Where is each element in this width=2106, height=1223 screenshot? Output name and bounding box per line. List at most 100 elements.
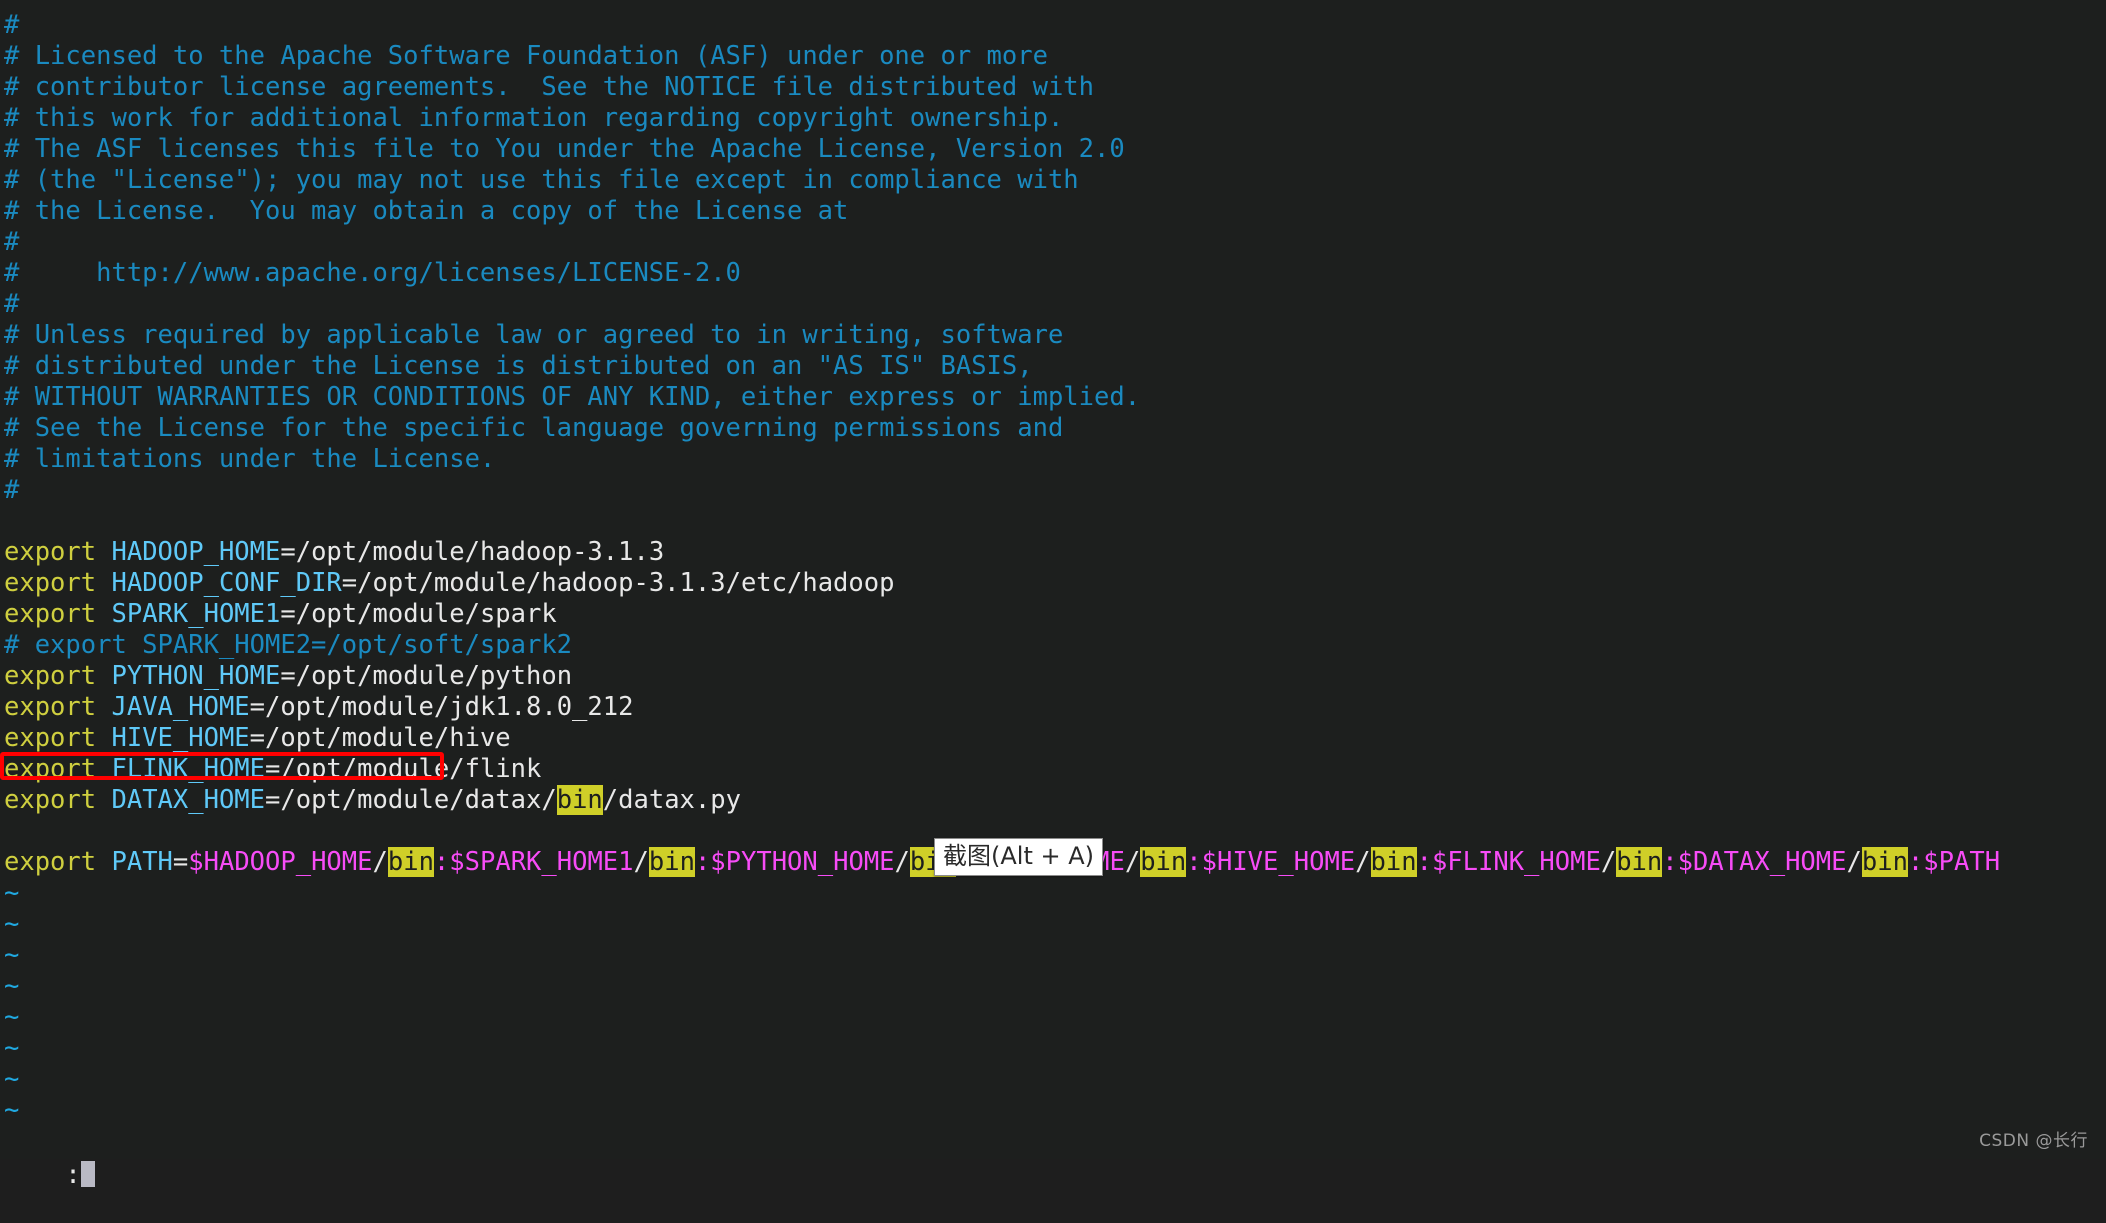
editor-line[interactable]: export HADOOP_HOME=/opt/module/hadoop-3.… <box>0 537 2106 568</box>
code-token: # export SPARK_HOME2=/opt/soft/spark2 <box>4 630 573 660</box>
editor-line[interactable]: # See the License for the specific langu… <box>0 413 2106 444</box>
code-token: export <box>4 785 97 815</box>
editor-line[interactable] <box>0 506 2106 537</box>
editor-line[interactable]: # <box>0 475 2106 506</box>
editor-line[interactable]: # <box>0 10 2106 41</box>
code-token: / <box>633 847 649 877</box>
editor-line[interactable]: export HADOOP_CONF_DIR=/opt/module/hadoo… <box>0 568 2106 599</box>
code-token: ~ <box>4 1002 20 1032</box>
code-token: / <box>1600 847 1617 877</box>
editor-line[interactable]: export PYTHON_HOME=/opt/module/python <box>0 661 2106 692</box>
screenshot-tooltip[interactable]: 截图(Alt + A) <box>934 838 1104 876</box>
code-token: # (the "License"); you may not use this … <box>4 165 1079 195</box>
terminal-window: # # Licensed to the Apache Software Found… <box>0 0 2106 1190</box>
editor-line[interactable]: ~ <box>0 1095 2106 1126</box>
editor-line[interactable]: ~ <box>0 1064 2106 1095</box>
editor-line[interactable]: export HIVE_HOME=/opt/module/hive <box>0 723 2106 754</box>
code-token: $SPARK_HOME1 <box>449 847 634 877</box>
code-token: # Unless required by applicable law or a… <box>4 320 1064 350</box>
code-token: # contributor license agreements. See th… <box>4 72 1095 102</box>
code-token: # WITHOUT WARRANTIES OR CONDITIONS OF AN… <box>4 382 1141 412</box>
code-token: JAVA_HOME <box>111 692 250 722</box>
code-token: ~ <box>4 1033 20 1063</box>
editor-line[interactable]: export FLINK_HOME=/opt/module/flink <box>0 754 2106 785</box>
search-match-token: bin <box>387 847 434 877</box>
editor-line[interactable]: ~ <box>0 909 2106 940</box>
search-match-token: bin <box>1861 847 1908 877</box>
editor-line[interactable]: ~ <box>0 1033 2106 1064</box>
editor-line[interactable]: ~ <box>0 878 2106 909</box>
editor-line[interactable]: # http://www.apache.org/licenses/LICENSE… <box>0 258 2106 289</box>
editor-line[interactable]: # Unless required by applicable law or a… <box>0 320 2106 351</box>
code-token: PATH <box>111 847 173 877</box>
search-match-token: bin <box>1616 847 1663 877</box>
search-match-token: bin <box>1140 847 1187 877</box>
code-token: / <box>1124 847 1141 877</box>
code-token: : <box>1662 847 1678 877</box>
code-token: =/opt/module/flink <box>265 754 542 784</box>
code-token: export <box>4 568 97 598</box>
code-token: : <box>433 847 450 877</box>
search-match-token: bin <box>556 785 603 815</box>
code-token: = <box>172 847 189 877</box>
code-token: ~ <box>4 1095 20 1125</box>
editor-line[interactable]: ~ <box>0 971 2106 1002</box>
code-token: : <box>1416 847 1432 877</box>
code-token: / <box>372 847 388 877</box>
search-match-token: bin <box>648 847 695 877</box>
editor-line[interactable]: # Licensed to the Apache Software Founda… <box>0 41 2106 72</box>
code-token: : <box>694 847 711 877</box>
editor-line[interactable]: ~ <box>0 940 2106 971</box>
editor-line[interactable]: # WITHOUT WARRANTIES OR CONDITIONS OF AN… <box>0 382 2106 413</box>
code-token: / <box>894 847 910 877</box>
editor-line[interactable]: export SPARK_HOME1=/opt/module/spark <box>0 599 2106 630</box>
code-token: export <box>4 754 97 784</box>
editor-line[interactable]: # the License. You may obtain a copy of … <box>0 196 2106 227</box>
code-token: =/opt/module/spark <box>280 599 557 629</box>
editor-line[interactable]: # The ASF licenses this file to You unde… <box>0 134 2106 165</box>
search-match-token: bin <box>1370 847 1417 877</box>
code-token: HADOOP_CONF_DIR <box>111 568 342 598</box>
editor-line[interactable]: ~ <box>0 1002 2106 1033</box>
code-token: export <box>4 692 97 722</box>
editor-line[interactable]: # limitations under the License. <box>0 444 2106 475</box>
editor-line[interactable]: # contributor license agreements. See th… <box>0 72 2106 103</box>
code-token: $HIVE_HOME <box>1201 847 1356 877</box>
editor-line[interactable]: export DATAX_HOME=/opt/module/datax/bin/… <box>0 785 2106 816</box>
editor-line[interactable]: # <box>0 227 2106 258</box>
code-token: export <box>4 661 97 691</box>
code-token: # <box>4 475 20 505</box>
code-token: HADOOP_HOME <box>111 537 281 567</box>
code-token: # <box>4 10 20 40</box>
code-token: : <box>1186 847 1202 877</box>
code-token: HIVE_HOME <box>111 723 250 753</box>
code-token: ~ <box>4 909 20 939</box>
vim-command-line[interactable]: : <box>0 1127 2106 1190</box>
code-token: /datax.py <box>602 785 741 815</box>
code-token: =/opt/module/python <box>280 661 573 691</box>
editor-line[interactable]: # export SPARK_HOME2=/opt/soft/spark2 <box>0 630 2106 661</box>
code-token: / <box>1846 847 1862 877</box>
vim-text-area[interactable]: # # Licensed to the Apache Software Found… <box>0 10 2106 1126</box>
editor-line[interactable]: # distributed under the License is distr… <box>0 351 2106 382</box>
code-token: $PYTHON_HOME <box>710 847 895 877</box>
watermark: CSDN @长行 <box>1979 1131 2088 1151</box>
code-token: # http://www.apache.org/licenses/LICENSE… <box>4 258 741 288</box>
editor-line[interactable]: export JAVA_HOME=/opt/module/jdk1.8.0_21… <box>0 692 2106 723</box>
code-token: # <box>4 289 20 319</box>
editor-line[interactable]: # this work for additional information r… <box>0 103 2106 134</box>
code-token: =/opt/module/jdk1.8.0_212 <box>249 692 634 722</box>
code-token: ~ <box>4 1064 20 1094</box>
editor-line[interactable]: # <box>0 289 2106 320</box>
code-token: $HADOOP_HOME <box>188 847 373 877</box>
code-token: =/opt/module/hadoop-3.1.3/etc/hadoop <box>341 568 895 598</box>
code-token: FLINK_HOME <box>111 754 266 784</box>
code-token: $PATH <box>1923 847 2001 877</box>
editor-line[interactable]: # (the "License"); you may not use this … <box>0 165 2106 196</box>
code-token: export <box>4 537 97 567</box>
